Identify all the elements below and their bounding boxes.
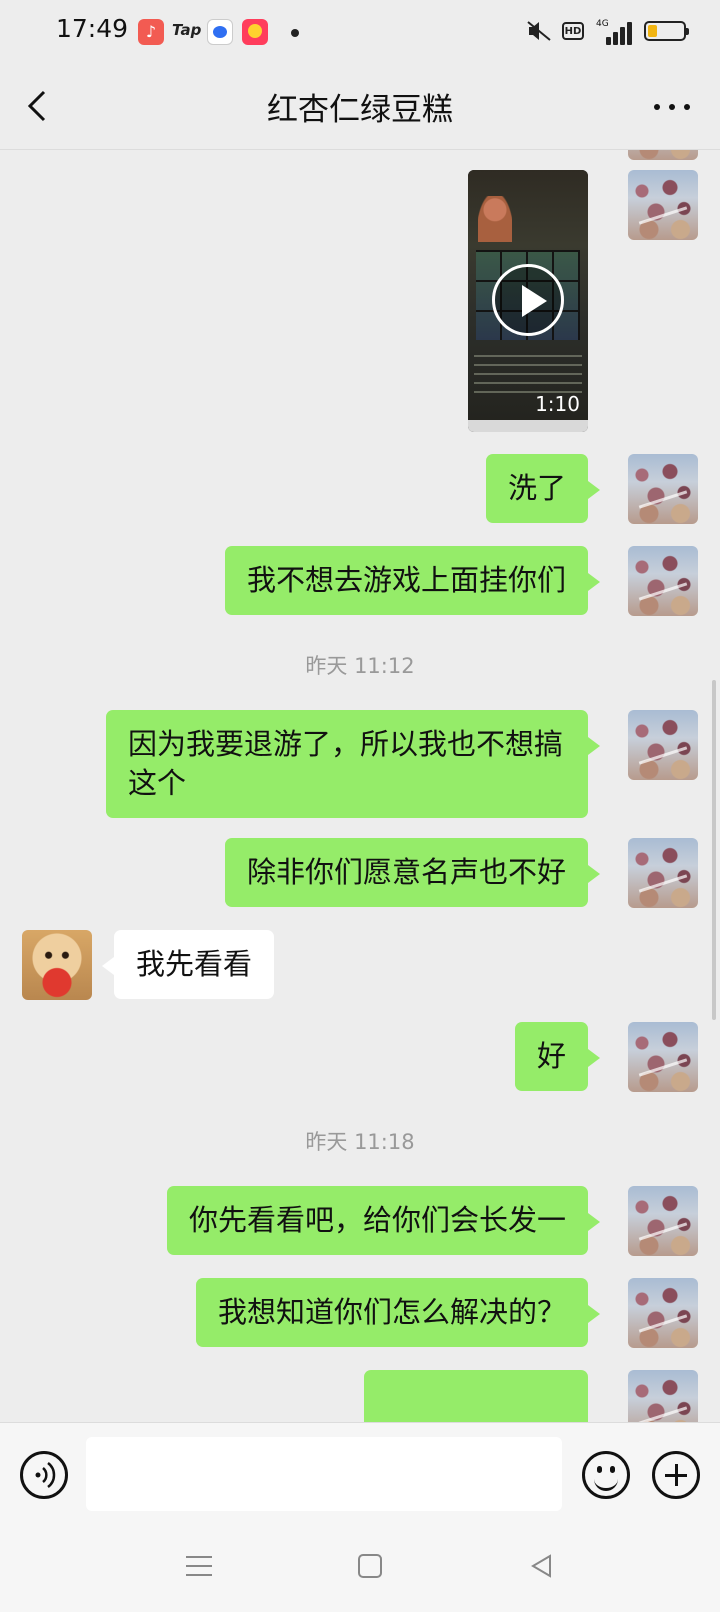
message-row: 洗了 bbox=[0, 454, 720, 524]
my-avatar[interactable] bbox=[628, 838, 698, 908]
message-row: 除非你们愿意名声也不好 bbox=[0, 838, 720, 908]
baidu-app-icon bbox=[207, 19, 233, 45]
more-icon[interactable] bbox=[648, 86, 696, 126]
video-character bbox=[478, 196, 512, 242]
chevron-left-icon[interactable] bbox=[20, 84, 60, 128]
message-row: 好 bbox=[0, 1022, 720, 1092]
my-avatar[interactable] bbox=[628, 1278, 698, 1348]
battery-level bbox=[648, 25, 657, 37]
video-nav-strip bbox=[468, 420, 588, 432]
my-message-bubble[interactable]: 因为我要退游了，所以我也不想搞这个 bbox=[106, 710, 600, 818]
message-timestamp: 昨天 11:12 bbox=[305, 654, 415, 678]
chat-title: 红杏仁绿豆糕 bbox=[267, 92, 453, 128]
hd-icon: HD bbox=[562, 22, 584, 40]
message-input[interactable] bbox=[86, 1437, 562, 1511]
video-duration: 1:10 bbox=[535, 392, 580, 416]
music-app-icon: ♪ bbox=[138, 19, 164, 45]
more-notifications-icon bbox=[291, 29, 299, 37]
message-timestamp: 昨天 11:18 bbox=[305, 1130, 415, 1154]
my-message-bubble[interactable]: 洗了 bbox=[485, 454, 601, 523]
message-row bbox=[0, 1370, 720, 1422]
video-text-lines bbox=[474, 355, 582, 395]
play-icon[interactable] bbox=[492, 264, 564, 336]
signal-icon: 4G bbox=[592, 17, 634, 45]
back-triangle-icon[interactable] bbox=[530, 1554, 554, 1578]
my-avatar[interactable] bbox=[628, 1022, 698, 1092]
tap-app-icon: Tap bbox=[172, 21, 202, 39]
my-avatar[interactable] bbox=[628, 150, 698, 160]
chat-header: 红杏仁绿豆糕 bbox=[0, 62, 720, 150]
message-row: 因为我要退游了，所以我也不想搞这个 bbox=[0, 710, 720, 818]
my-avatar[interactable] bbox=[628, 170, 698, 240]
system-navigation-bar bbox=[0, 1528, 720, 1612]
contact-message-bubble[interactable]: 我先看看 bbox=[101, 930, 275, 999]
battery-icon bbox=[644, 21, 689, 41]
my-message-bubble-partial[interactable] bbox=[364, 1370, 588, 1422]
my-message-bubble[interactable]: 好 bbox=[514, 1022, 601, 1091]
contact-avatar[interactable] bbox=[22, 930, 92, 1000]
video-message[interactable]: 1:10 bbox=[0, 170, 720, 460]
my-message-bubble[interactable]: 你先看看吧，给你们会长发一 bbox=[166, 1186, 601, 1255]
voice-icon[interactable] bbox=[20, 1451, 68, 1499]
my-message-bubble[interactable]: 除非你们愿意名声也不好 bbox=[224, 838, 601, 907]
taobao-app-icon bbox=[242, 19, 268, 45]
status-bar: 17:49 ♪ Tap HD 4G bbox=[0, 0, 720, 62]
my-message-bubble[interactable]: 我想知道你们怎么解决的？ bbox=[195, 1278, 601, 1347]
my-avatar[interactable] bbox=[628, 710, 698, 780]
my-avatar[interactable] bbox=[628, 546, 698, 616]
my-message-bubble[interactable]: 我不想去游戏上面挂你们 bbox=[224, 546, 601, 615]
my-avatar[interactable] bbox=[628, 1370, 698, 1422]
message-row: 我先看看 bbox=[0, 930, 720, 1000]
scrollbar[interactable] bbox=[712, 680, 716, 1020]
plus-icon[interactable] bbox=[652, 1451, 700, 1499]
status-time: 17:49 bbox=[56, 14, 129, 43]
message-row: 你先看看吧，给你们会长发一 bbox=[0, 1186, 720, 1256]
my-avatar[interactable] bbox=[628, 1186, 698, 1256]
my-avatar[interactable] bbox=[628, 454, 698, 524]
home-icon[interactable] bbox=[358, 1554, 382, 1578]
message-row: 我想知道你们怎么解决的？ bbox=[0, 1278, 720, 1348]
video-thumbnail[interactable]: 1:10 bbox=[468, 170, 588, 432]
chat-list[interactable]: 1:10 洗了 我不想去游戏上面挂你们 昨天 11:12 因为我要退游了，所以我… bbox=[0, 150, 720, 1422]
network-type: 4G bbox=[596, 19, 609, 29]
message-row: 我不想去游戏上面挂你们 bbox=[0, 546, 720, 616]
menu-icon[interactable] bbox=[186, 1554, 212, 1578]
mute-icon bbox=[527, 21, 551, 41]
emoji-icon[interactable] bbox=[582, 1451, 630, 1499]
input-bar bbox=[0, 1422, 720, 1528]
